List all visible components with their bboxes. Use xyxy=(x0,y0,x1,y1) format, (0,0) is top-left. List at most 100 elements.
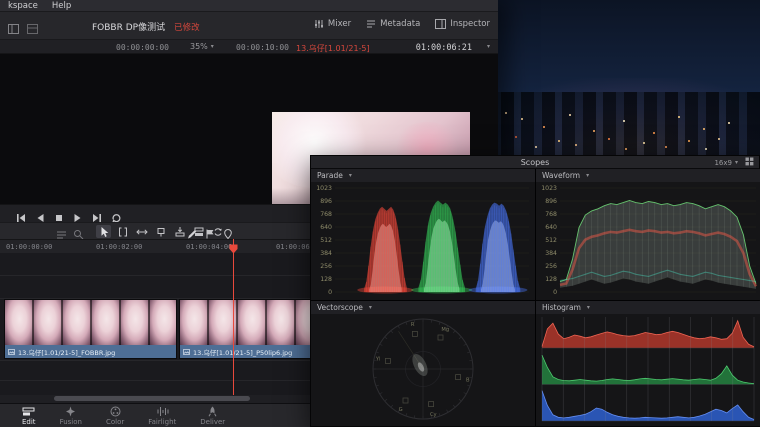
viewer-options-chevron-icon[interactable]: ▾ xyxy=(487,44,490,50)
scopes-layout-grid-icon[interactable] xyxy=(745,157,754,168)
scrollbar-thumb[interactable] xyxy=(54,396,250,401)
svg-text:0: 0 xyxy=(553,289,557,296)
scopes-window[interactable]: Scopes 16x9 ▾ Parade▾ 1023 896 768 640 512 38… xyxy=(310,155,760,427)
svg-text:512: 512 xyxy=(320,237,332,244)
metadata-icon xyxy=(366,19,376,29)
chevron-down-icon: ▾ xyxy=(369,305,372,311)
trim-edit-tool-button[interactable] xyxy=(115,225,130,238)
city-lights xyxy=(505,112,507,114)
vectorscope-canvas: Yl R Mg B Cy G xyxy=(311,314,535,426)
clip-name-bar: 13.乌仔[1.01/21-5]_P50lip6.jpg xyxy=(180,345,329,358)
vectorscope-panel: Vectorscope▾ Yl R Mg B Cy G xyxy=(311,301,535,426)
playhead-head[interactable] xyxy=(229,239,238,258)
chevron-down-icon: ▾ xyxy=(211,44,214,50)
svg-text:G: G xyxy=(399,407,403,413)
viewer-clip-name[interactable]: 13.乌仔[1.01/21-5] xyxy=(296,43,370,54)
viewer-in-timecode: 00:00:00:00 xyxy=(116,43,169,52)
scopes-title-bar[interactable]: Scopes 16x9 ▾ xyxy=(311,156,759,169)
inspector-button[interactable]: Inspector xyxy=(435,19,490,29)
effects-toggle-icon[interactable] xyxy=(27,19,38,38)
tab-deliver[interactable]: Deliver xyxy=(200,406,225,426)
tab-color[interactable]: Color xyxy=(106,406,124,426)
parade-header[interactable]: Parade▾ xyxy=(311,169,535,182)
vectorscope-header[interactable]: Vectorscope▾ xyxy=(311,301,535,314)
svg-text:Cy: Cy xyxy=(430,412,437,418)
scopes-window-title: Scopes xyxy=(521,158,550,167)
tab-fusion[interactable]: Fusion xyxy=(60,406,82,426)
image-file-icon xyxy=(8,349,15,355)
tab-edit[interactable]: Edit xyxy=(22,406,36,426)
city-skyline xyxy=(480,92,760,162)
clip-name-label: 13.乌仔[1.01/21-5]_FOBBR.jpg xyxy=(18,347,115,357)
histogram-canvas xyxy=(536,314,760,426)
svg-text:384: 384 xyxy=(320,250,332,257)
mixer-button[interactable]: Mixer xyxy=(314,19,351,29)
waveform-panel: Waveform▾ 10238967686405123842561280 xyxy=(536,169,760,300)
viewer-playhead-timecode: 01:00:06:21 xyxy=(416,43,472,53)
svg-text:B: B xyxy=(466,377,470,383)
fusion-page-icon xyxy=(64,406,77,417)
inspector-icon xyxy=(435,19,446,29)
fairlight-page-icon xyxy=(156,406,169,417)
chevron-down-icon: ▾ xyxy=(735,160,738,166)
waveform-header[interactable]: Waveform▾ xyxy=(536,169,760,182)
svg-text:0: 0 xyxy=(328,289,332,296)
ruler-label: 01:00:00:00 xyxy=(6,243,52,251)
title-bar: FOBBR DP像测试已修改 Mixer Metadata Inspector xyxy=(0,12,498,40)
scopes-aspect-dropdown[interactable]: 16x9 ▾ xyxy=(714,159,738,167)
insert-clip-button[interactable] xyxy=(172,225,187,238)
scopes-grid: Parade▾ 1023 896 768 640 512 384 256 128 0 Wavef… xyxy=(311,169,759,426)
menu-bar: kspace Help xyxy=(0,0,498,12)
panel-toggle-group xyxy=(8,19,38,38)
parade-scope-canvas: 10238967686405123842561280 xyxy=(311,182,535,300)
svg-text:896: 896 xyxy=(320,198,332,205)
image-file-icon xyxy=(183,349,190,355)
svg-text:R: R xyxy=(411,322,415,328)
svg-text:896: 896 xyxy=(545,198,557,205)
waveform-scope-canvas: 10238967686405123842561280 xyxy=(536,182,760,300)
menu-item-workspace[interactable]: kspace xyxy=(8,1,38,11)
chevron-down-icon: ▾ xyxy=(587,305,590,311)
menu-item-help[interactable]: Help xyxy=(52,1,71,11)
svg-text:640: 640 xyxy=(320,224,332,231)
svg-text:768: 768 xyxy=(545,211,557,218)
select-tool-button[interactable] xyxy=(96,225,111,238)
svg-text:Mg: Mg xyxy=(441,327,449,333)
svg-text:1023: 1023 xyxy=(541,185,557,192)
clip-name-bar: 13.乌仔[1.01/21-5]_FOBBR.jpg xyxy=(5,345,176,358)
scopes-aspect-value: 16x9 xyxy=(714,159,732,167)
timeline-clip-1[interactable]: 13.乌仔[1.01/21-5]_FOBBR.jpg xyxy=(4,299,177,359)
svg-text:1023: 1023 xyxy=(316,185,332,192)
viewer-toolbar: 00:00:00:00 35%▾ 00:00:10:00 13.乌仔[1.01/… xyxy=(0,40,498,54)
top-button-group: Mixer Metadata Inspector xyxy=(314,19,490,29)
ruler-label: 01:00:02:00 xyxy=(96,243,142,251)
parade-panel: Parade▾ 10238967686405123842561280 xyxy=(311,169,535,300)
chevron-down-icon: ▾ xyxy=(349,173,352,179)
dynamic-trim-tool-button[interactable] xyxy=(134,225,149,238)
svg-text:128: 128 xyxy=(545,276,557,283)
histogram-header[interactable]: Histogram▾ xyxy=(536,301,760,314)
media-pool-toggle-icon[interactable] xyxy=(8,19,19,38)
deliver-page-icon xyxy=(206,406,219,417)
histogram-panel: Histogram▾ xyxy=(536,301,760,426)
svg-text:768: 768 xyxy=(320,211,332,218)
svg-text:256: 256 xyxy=(545,263,557,270)
timeline-clip-2[interactable]: 13.乌仔[1.01/21-5]_P50lip6.jpg xyxy=(179,299,330,359)
color-page-icon xyxy=(109,406,122,417)
clip-thumbnails xyxy=(180,300,329,345)
project-title: FOBBR DP像测试已修改 xyxy=(92,20,200,33)
chevron-down-icon: ▾ xyxy=(586,173,589,179)
svg-text:256: 256 xyxy=(320,263,332,270)
viewer-duration: 00:00:10:00 xyxy=(236,43,289,52)
screen: kspace Help FOBBR DP像测试已修改 Mixer xyxy=(0,0,760,427)
viewer-zoom-dropdown[interactable]: 35%▾ xyxy=(190,42,214,51)
tab-fairlight[interactable]: Fairlight xyxy=(148,406,176,426)
playhead-line[interactable] xyxy=(233,239,234,395)
svg-text:640: 640 xyxy=(545,224,557,231)
razor-tool-button[interactable] xyxy=(153,225,168,238)
svg-text:Yl: Yl xyxy=(375,357,381,363)
edit-page-icon xyxy=(22,406,35,417)
clip-thumbnails xyxy=(5,300,176,345)
metadata-button[interactable]: Metadata xyxy=(366,19,420,29)
mixer-icon xyxy=(314,19,324,29)
